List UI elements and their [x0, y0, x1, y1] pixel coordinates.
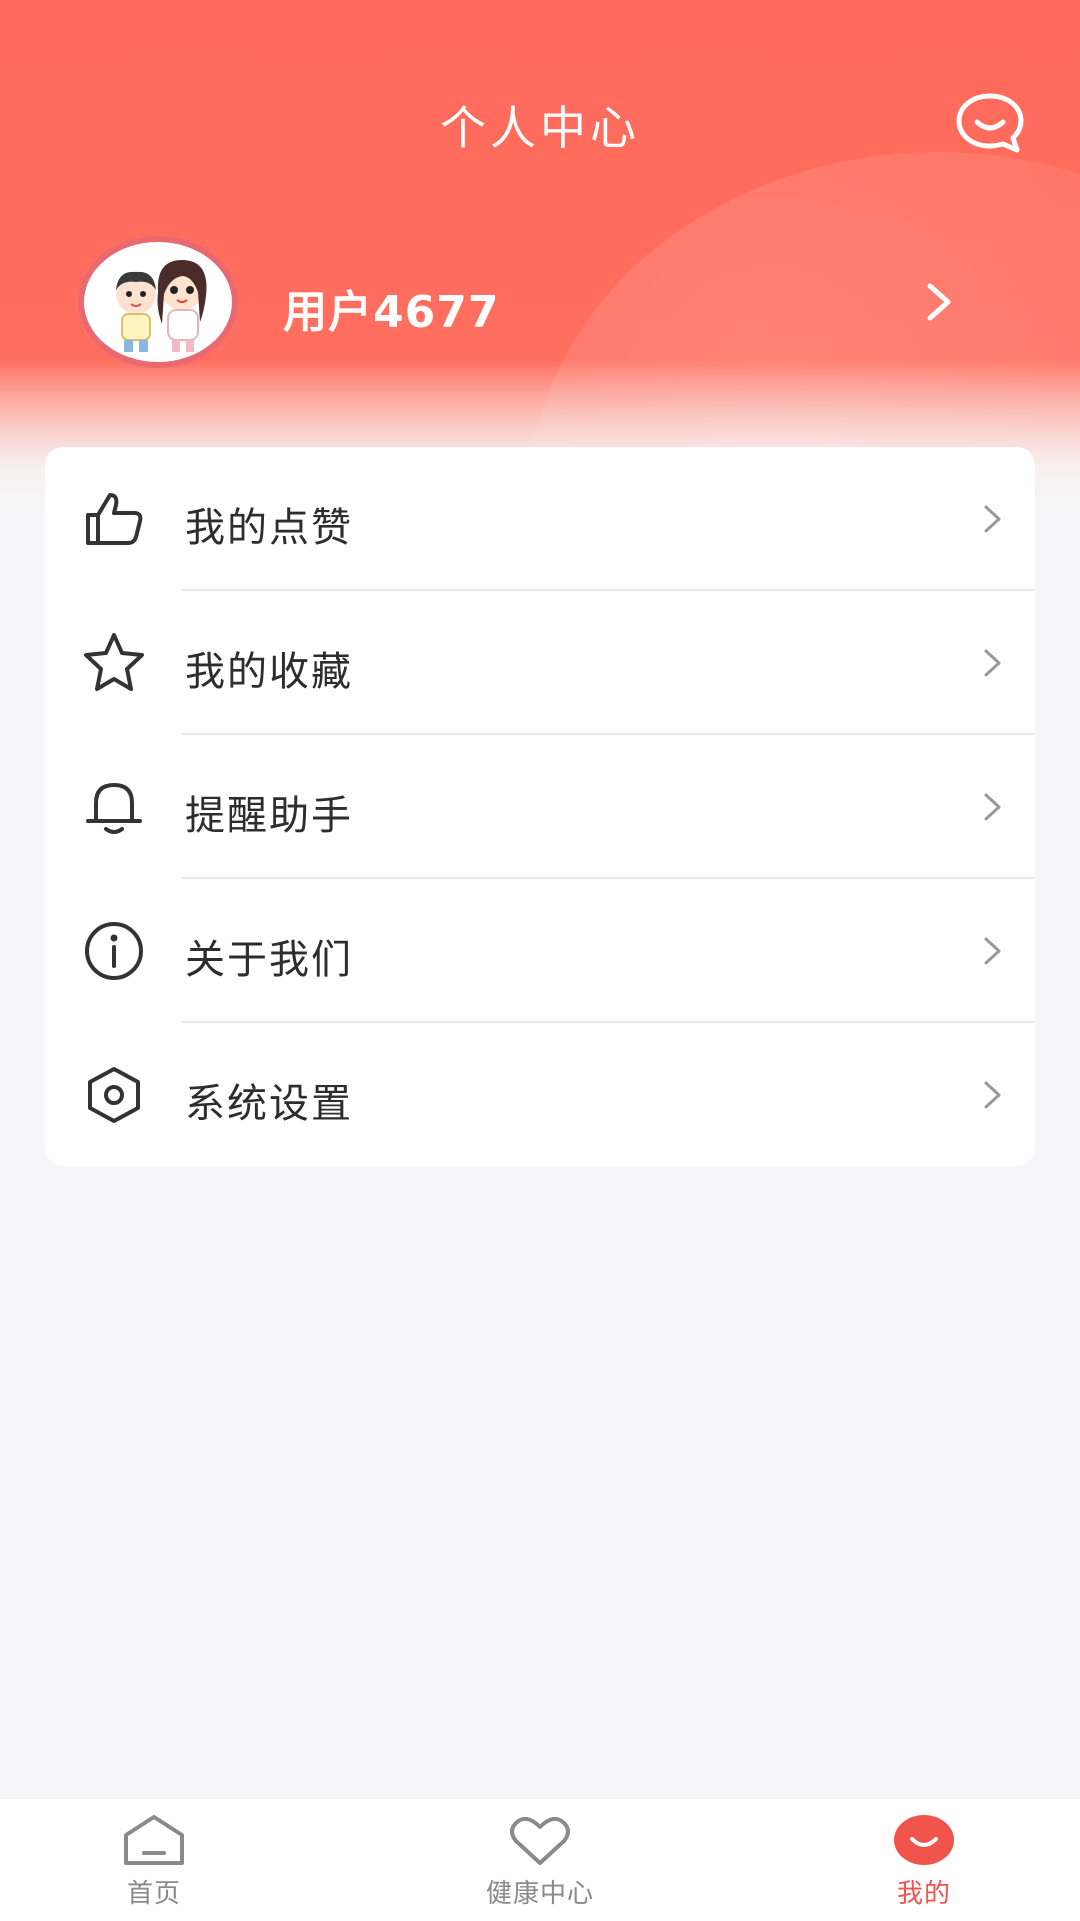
menu-card: 我的点赞 我的收藏 提醒助手 关于我们 系统设置 — [45, 447, 1035, 1166]
tab-health-center[interactable]: 健康中心 — [440, 1813, 640, 1913]
username[interactable]: 用户4677 — [283, 276, 499, 340]
thumbs-up-icon — [82, 487, 146, 551]
menu-item-settings[interactable]: 系统设置 — [45, 1023, 1035, 1166]
tab-home[interactable]: 首页 — [54, 1813, 254, 1913]
avatar[interactable] — [78, 236, 238, 368]
avatar-cartoon-couple-icon — [84, 242, 232, 362]
info-icon — [82, 919, 146, 983]
menu-item-label: 系统设置 — [185, 1081, 353, 1127]
menu-item-reminder[interactable]: 提醒助手 — [45, 735, 1035, 879]
tab-label: 首页 — [126, 1879, 181, 1909]
menu-item-label: 关于我们 — [185, 937, 353, 983]
bottom-tab-bar: 首页 健康中心 我的 — [0, 1798, 1080, 1921]
chevron-right-icon — [981, 1077, 1005, 1113]
settings-hexagon-icon — [82, 1063, 146, 1127]
heart-icon — [508, 1813, 572, 1867]
chevron-right-icon — [981, 933, 1005, 969]
star-icon — [82, 631, 146, 695]
menu-item-about[interactable]: 关于我们 — [45, 879, 1035, 1023]
chevron-right-icon — [981, 645, 1005, 681]
chat-bubble-icon[interactable] — [955, 92, 1025, 154]
page-title: 个人中心 — [440, 101, 640, 155]
menu-item-label: 我的点赞 — [185, 505, 353, 551]
chevron-right-icon[interactable] — [920, 280, 960, 324]
tab-mine[interactable]: 我的 — [824, 1813, 1024, 1913]
profile-row[interactable]: 用户4677 — [78, 236, 978, 396]
chevron-right-icon — [981, 501, 1005, 537]
menu-item-favorites[interactable]: 我的收藏 — [45, 591, 1035, 735]
tab-label: 我的 — [896, 1879, 951, 1909]
menu-item-label: 我的收藏 — [185, 649, 353, 695]
menu-item-label: 提醒助手 — [185, 793, 353, 839]
menu-item-likes[interactable]: 我的点赞 — [45, 447, 1035, 591]
home-icon — [122, 1813, 186, 1867]
bell-icon — [82, 775, 146, 839]
smile-icon — [892, 1813, 956, 1867]
chevron-right-icon — [981, 789, 1005, 825]
tab-label: 健康中心 — [485, 1879, 594, 1909]
